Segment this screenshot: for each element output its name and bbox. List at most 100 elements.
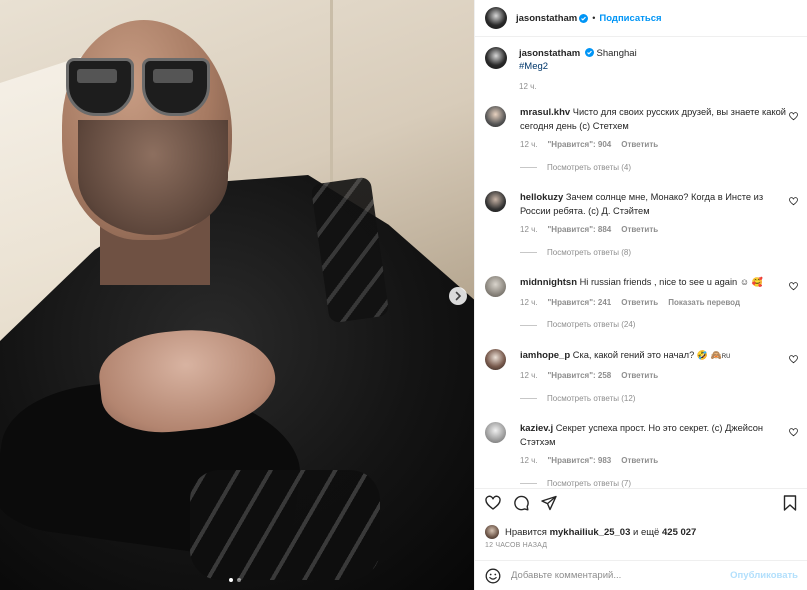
- divider: [475, 488, 807, 489]
- reply-button[interactable]: Ответить: [621, 224, 658, 237]
- view-replies-label: Посмотреть ответы (7): [547, 478, 632, 488]
- post-header: jasonstatham • Подписаться: [475, 0, 807, 37]
- post-timestamp[interactable]: 12 ЧАСОВ НАЗАД: [485, 542, 547, 549]
- carousel-dot: [237, 578, 241, 582]
- comment-text: Hi russian friends , nice to see u again: [579, 277, 738, 287]
- heart-icon[interactable]: [789, 354, 798, 364]
- comment-likes[interactable]: "Нравится": 258: [548, 370, 612, 383]
- view-replies-button[interactable]: Посмотреть ответы (4): [520, 162, 790, 175]
- left-lens: [66, 58, 134, 116]
- carousel-dots: [229, 578, 241, 582]
- bookmark-icon[interactable]: [783, 495, 797, 511]
- caption-location[interactable]: Shanghai: [597, 48, 637, 59]
- comment-time: 12 ч.: [520, 371, 538, 380]
- comment-username[interactable]: midnnightsn: [520, 277, 577, 288]
- action-bar: [485, 495, 557, 511]
- avatar[interactable]: [485, 106, 506, 127]
- comment-icon[interactable]: [513, 495, 529, 511]
- heart-icon[interactable]: [789, 428, 798, 437]
- divider: [520, 483, 537, 485]
- divider: [520, 398, 537, 400]
- comment-input[interactable]: Добавьте комментарий...: [511, 570, 730, 581]
- comment-text: Ска, какой гений это начал?: [572, 349, 695, 360]
- comments-list[interactable]: jasonstatham Shanghai #Meg2 12 ч. mrasul…: [475, 38, 807, 488]
- divider: [520, 167, 537, 169]
- likes-middle: и ещё: [633, 526, 660, 538]
- comment-likes[interactable]: "Нравится": 983: [548, 455, 612, 468]
- comment-time: 12 ч.: [520, 140, 538, 149]
- post-comment-button[interactable]: Опубликовать: [730, 570, 798, 581]
- sunglasses: [66, 58, 212, 118]
- view-replies-button[interactable]: Посмотреть ответы (7): [520, 478, 790, 489]
- reply-button[interactable]: Ответить: [621, 139, 658, 152]
- carousel-next-button[interactable]: [449, 287, 467, 305]
- comment-suffix: RU: [721, 353, 731, 360]
- reply-button[interactable]: Ответить: [621, 297, 658, 310]
- comment-likes[interactable]: "Нравится": 241: [548, 297, 612, 310]
- add-comment-bar: Добавьте комментарий... Опубликовать: [475, 560, 807, 590]
- show-translation-button[interactable]: Показать перевод: [668, 297, 740, 310]
- comment-item: mrasul.khv Чисто для своих русских друзе…: [475, 106, 807, 174]
- follow-button[interactable]: Подписаться: [599, 13, 661, 24]
- heart-icon[interactable]: [789, 112, 798, 121]
- likes-prefix: Нравится: [505, 526, 547, 538]
- avatar[interactable]: [485, 7, 507, 29]
- heart-icon[interactable]: [789, 282, 798, 291]
- view-replies-label: Посмотреть ответы (24): [547, 320, 636, 329]
- comment-time: 12 ч.: [520, 456, 538, 465]
- beard: [78, 120, 228, 235]
- view-replies-label: Посмотреть ответы (12): [547, 393, 636, 403]
- reply-button[interactable]: Ответить: [621, 455, 658, 468]
- comment-item: iamhope_p Ска, какой гений это начал? 🤣 …: [475, 348, 807, 406]
- comment-text: Секрет успеха прост. Но это секрет. (с) …: [520, 423, 764, 447]
- likes-user[interactable]: mykhailiuk_25_03: [550, 527, 631, 538]
- comment-likes[interactable]: "Нравится": 904: [548, 139, 612, 152]
- comment-time: 12 ч.: [520, 225, 538, 234]
- avatar[interactable]: [485, 47, 507, 69]
- view-replies-button[interactable]: Посмотреть ответы (24): [520, 319, 790, 332]
- post-panel: jasonstatham • Подписаться jasonstatham …: [474, 0, 807, 590]
- comment-username[interactable]: iamhope_p: [520, 350, 570, 361]
- comment-item: kaziev.j Секрет успеха прост. Но это сек…: [475, 422, 807, 488]
- caption: jasonstatham Shanghai #Meg2 12 ч.: [475, 38, 807, 93]
- comment-emoji: ☺ 🥰: [739, 277, 763, 287]
- avatar[interactable]: [485, 525, 499, 539]
- smiley-icon[interactable]: [485, 568, 501, 584]
- comment-username[interactable]: mrasul.khv: [520, 107, 570, 118]
- avatar[interactable]: [485, 422, 506, 443]
- divider: [520, 252, 537, 254]
- caption-time: 12 ч.: [519, 82, 537, 91]
- likes-count[interactable]: 425 027: [662, 527, 696, 538]
- reply-button[interactable]: Ответить: [621, 370, 658, 383]
- comment-time: 12 ч.: [520, 297, 538, 307]
- chevron-right-icon: [455, 291, 462, 301]
- view-replies-label: Посмотреть ответы (4): [547, 162, 632, 172]
- view-replies-button[interactable]: Посмотреть ответы (8): [520, 247, 790, 260]
- verified-badge-icon: [584, 48, 594, 57]
- post-photo[interactable]: [0, 0, 474, 590]
- heart-icon[interactable]: [485, 495, 501, 511]
- verified-badge-icon: [579, 13, 589, 23]
- avatar[interactable]: [485, 276, 506, 297]
- header-username[interactable]: jasonstatham: [516, 13, 577, 24]
- share-icon[interactable]: [541, 495, 557, 511]
- comment-likes[interactable]: "Нравится": 884: [548, 224, 612, 237]
- avatar[interactable]: [485, 348, 506, 370]
- comment-item: hellokuzy Зачем солнце мне, Монако? Когд…: [475, 191, 807, 259]
- caption-username[interactable]: jasonstatham: [519, 48, 580, 59]
- heart-icon[interactable]: [789, 197, 798, 206]
- caption-hashtag[interactable]: #Meg2: [519, 60, 637, 73]
- comment-item: midnnightsn Hi russian friends , nice to…: [475, 276, 807, 332]
- avatar[interactable]: [485, 191, 506, 212]
- comment-username[interactable]: kaziev.j: [520, 423, 553, 434]
- trouser-lacing: [190, 470, 380, 580]
- right-lens: [142, 58, 210, 116]
- view-replies-button[interactable]: Посмотреть ответы (12): [520, 393, 790, 406]
- view-replies-label: Посмотреть ответы (8): [547, 247, 632, 257]
- separator: •: [592, 13, 596, 23]
- comment-username[interactable]: hellokuzy: [520, 192, 563, 203]
- carousel-dot-active: [229, 578, 233, 582]
- comment-emoji: 🤣 🙈: [696, 349, 722, 360]
- likes-summary[interactable]: Нравится mykhailiuk_25_03 и ещё 425 027: [485, 525, 696, 539]
- divider: [520, 324, 537, 326]
